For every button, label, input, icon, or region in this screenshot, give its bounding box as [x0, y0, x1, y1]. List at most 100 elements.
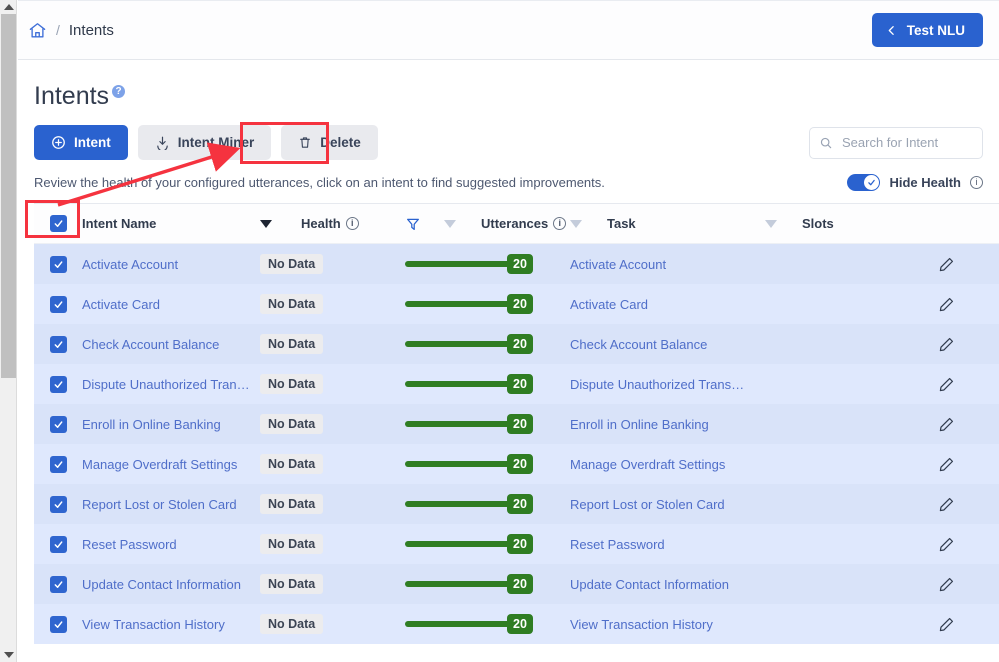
scrollbar-down-arrow-icon[interactable] — [0, 648, 17, 662]
window-vertical-scrollbar[interactable] — [0, 0, 17, 662]
task-link[interactable]: Activate Account — [570, 257, 666, 272]
task-link[interactable]: Reset Password — [570, 537, 665, 552]
utterances-count-badge: 20 — [507, 374, 533, 394]
column-header-slots[interactable]: Slots — [765, 216, 905, 231]
pencil-icon[interactable] — [938, 536, 955, 553]
cell-task: Report Lost or Stolen Card — [570, 497, 765, 512]
pencil-icon[interactable] — [938, 616, 955, 633]
table-row[interactable]: Manage Overdraft SettingsNo Data20Manage… — [34, 444, 999, 484]
table-row[interactable]: Reset PasswordNo Data20Reset Password — [34, 524, 999, 564]
table-row[interactable]: Dispute Unauthorized Trans… No Data 20 Disp… — [34, 364, 999, 404]
intent-name-link[interactable]: Enroll in Online Banking — [82, 417, 252, 432]
cell-actions — [905, 456, 987, 473]
cell-health: No Data — [260, 414, 405, 434]
row-checkbox[interactable] — [50, 256, 67, 273]
pencil-icon[interactable] — [938, 576, 955, 593]
pencil-icon[interactable] — [938, 416, 955, 433]
row-select-cell — [34, 536, 82, 553]
row-checkbox[interactable] — [50, 456, 67, 473]
health-status-badge: No Data — [260, 254, 323, 274]
intent-miner-button[interactable]: Intent Miner — [138, 125, 272, 160]
add-intent-button[interactable]: Intent — [34, 125, 128, 160]
row-checkbox[interactable] — [50, 536, 67, 553]
row-checkbox[interactable] — [50, 576, 67, 593]
cell-utterances: 20 — [405, 494, 570, 514]
question-mark-icon[interactable]: ? — [112, 85, 125, 98]
pencil-icon[interactable] — [938, 296, 955, 313]
delete-button[interactable]: Delete — [281, 125, 378, 160]
intent-name-link[interactable]: View Transaction History — [82, 617, 252, 632]
health-status-badge: No Data — [260, 374, 323, 394]
row-checkbox[interactable] — [50, 496, 67, 513]
pencil-icon[interactable] — [938, 456, 955, 473]
utterances-bar: 20 — [405, 614, 533, 634]
sort-utterances-icon[interactable] — [570, 220, 582, 228]
task-link[interactable]: Update Contact Information — [570, 577, 729, 592]
page-description: Review the health of your configured utt… — [34, 175, 605, 190]
intent-name-link[interactable]: Activate Account — [82, 257, 252, 272]
test-nlu-label: Test NLU — [907, 23, 965, 38]
sort-health-icon[interactable] — [444, 220, 456, 228]
intent-name-link[interactable]: Dispute Unauthorized Trans… — [82, 377, 252, 392]
table-row[interactable]: Activate Account No Data 20 Activate Accoun… — [34, 244, 999, 284]
table-row[interactable]: Activate CardNo Data20Activate Card — [34, 284, 999, 324]
column-header-task[interactable]: Task — [570, 216, 765, 231]
row-checkbox[interactable] — [50, 336, 67, 353]
column-header-intent-name[interactable]: Intent Name — [82, 216, 260, 231]
search-input[interactable] — [840, 134, 973, 151]
table-row[interactable]: View Transaction HistoryNo Data20View Tr… — [34, 604, 999, 644]
intent-name-link[interactable]: Update Contact Information — [82, 577, 252, 592]
task-link[interactable]: Activate Card — [570, 297, 648, 312]
pencil-icon[interactable] — [938, 256, 955, 273]
hide-health-info-icon[interactable]: i — [970, 176, 983, 189]
page-title-text: Intents — [34, 82, 109, 111]
select-all-checkbox[interactable] — [50, 215, 67, 232]
table-row[interactable]: Update Contact InformationNo Data20Updat… — [34, 564, 999, 604]
task-link[interactable]: Report Lost or Stolen Card — [570, 497, 725, 512]
hide-health-toggle[interactable] — [847, 174, 880, 191]
cell-utterances: 20 — [405, 294, 570, 314]
utterances-info-icon[interactable]: i — [553, 217, 566, 230]
sort-intent-name-icon[interactable] — [260, 220, 272, 228]
intent-name-link[interactable]: Report Lost or Stolen Card — [82, 497, 252, 512]
column-header-utterances[interactable]: Utterances i — [405, 216, 570, 232]
utterances-bar: 20 — [405, 254, 533, 274]
health-info-icon[interactable]: i — [346, 217, 359, 230]
table-row[interactable]: Enroll in Online Banking No Data 20 Enroll … — [34, 404, 999, 444]
row-checkbox[interactable] — [50, 416, 67, 433]
task-link[interactable]: View Transaction History — [570, 617, 713, 632]
scrollbar-up-arrow-icon[interactable] — [0, 0, 17, 14]
table-row[interactable]: Report Lost or Stolen CardNo Data20Repor… — [34, 484, 999, 524]
row-checkbox[interactable] — [50, 376, 67, 393]
utterances-count-badge: 20 — [507, 414, 533, 434]
search-box[interactable] — [809, 127, 983, 159]
pencil-icon[interactable] — [938, 376, 955, 393]
task-link[interactable]: Manage Overdraft Settings — [570, 457, 725, 472]
health-status-badge: No Data — [260, 454, 323, 474]
intent-name-link[interactable]: Reset Password — [82, 537, 252, 552]
task-link[interactable]: Dispute Unauthorized Trans… — [570, 377, 744, 392]
row-checkbox[interactable] — [50, 296, 67, 313]
home-icon[interactable] — [28, 21, 47, 40]
table-row[interactable]: Check Account BalanceNo Data20Check Acco… — [34, 324, 999, 364]
task-link[interactable]: Check Account Balance — [570, 337, 707, 352]
cell-actions — [905, 416, 987, 433]
pencil-icon[interactable] — [938, 496, 955, 513]
row-select-cell — [34, 456, 82, 473]
column-header-health[interactable]: Health i — [260, 216, 405, 231]
trash-icon — [298, 135, 312, 150]
row-select-cell — [34, 296, 82, 313]
sort-task-icon[interactable] — [765, 220, 777, 228]
task-link[interactable]: Enroll in Online Banking — [570, 417, 709, 432]
intent-name-link[interactable]: Manage Overdraft Settings — [82, 457, 252, 472]
table-header-row: Intent Name Health i Uttera — [34, 204, 999, 244]
row-checkbox[interactable] — [50, 616, 67, 633]
utterances-bar: 20 — [405, 294, 533, 314]
intent-name-link[interactable]: Activate Card — [82, 297, 252, 312]
filter-funnel-icon[interactable] — [405, 216, 421, 232]
health-status-badge: No Data — [260, 534, 323, 554]
intent-name-link[interactable]: Check Account Balance — [82, 337, 252, 352]
scrollbar-thumb[interactable] — [1, 14, 16, 378]
pencil-icon[interactable] — [938, 336, 955, 353]
test-nlu-button[interactable]: Test NLU — [872, 13, 983, 47]
